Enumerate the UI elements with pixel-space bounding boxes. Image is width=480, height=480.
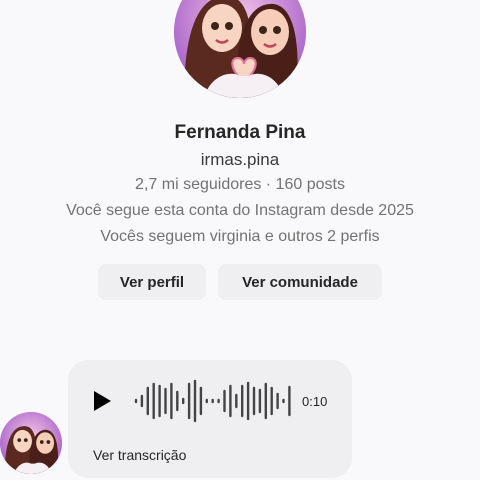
sender-avatar-illustration bbox=[0, 412, 62, 474]
profile-username: irmas.pina bbox=[200, 150, 280, 169]
view-transcript-link[interactable]: Ver transcrição bbox=[93, 447, 186, 463]
mutual-followers-text: Vocês seguem virginia e outros 2 perfis bbox=[100, 228, 380, 245]
profile-avatar[interactable] bbox=[174, 0, 306, 98]
audio-waveform[interactable] bbox=[128, 378, 298, 424]
follow-since-text: Você segue esta conta do Instagram desde… bbox=[66, 202, 414, 219]
profile-name: Fernanda Pina bbox=[174, 122, 306, 143]
avatar-illustration bbox=[174, 0, 306, 98]
play-icon[interactable] bbox=[92, 390, 112, 412]
profile-stats: 2,7 mi seguidores · 160 posts bbox=[135, 176, 345, 193]
audio-message-bubble: 0:10 Ver transcrição bbox=[68, 360, 352, 478]
sender-avatar[interactable] bbox=[0, 412, 62, 474]
view-profile-button[interactable]: Ver perfil bbox=[98, 264, 206, 300]
audio-duration: 0:10 bbox=[302, 394, 328, 409]
view-community-button[interactable]: Ver comunidade bbox=[218, 264, 382, 300]
